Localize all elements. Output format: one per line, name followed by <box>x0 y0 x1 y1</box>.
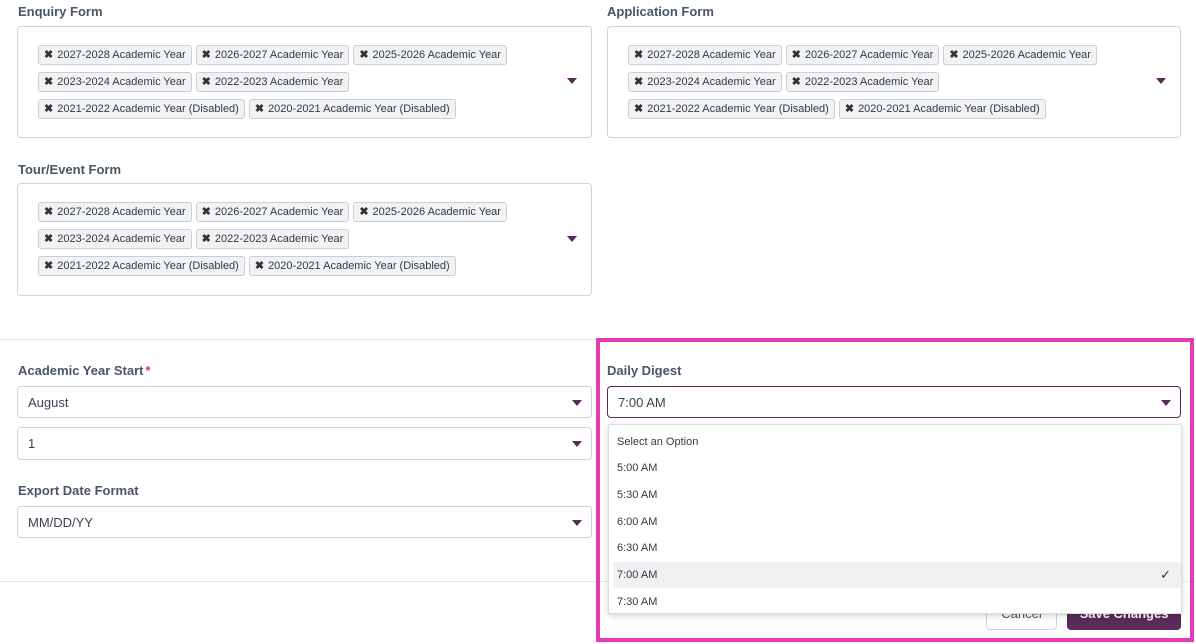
remove-tag-icon[interactable]: ✖ <box>202 233 211 245</box>
tag-label: 2026-2027 Academic Year <box>214 206 344 218</box>
remove-tag-icon[interactable]: ✖ <box>202 49 211 61</box>
remove-tag-icon[interactable]: ✖ <box>255 260 264 272</box>
remove-tag-icon[interactable]: ✖ <box>792 49 801 61</box>
application-form-label: Application Form <box>607 4 714 19</box>
tag-chip: ✖ 2027-2028 Academic Year <box>628 45 782 65</box>
remove-tag-icon[interactable]: ✖ <box>792 76 801 88</box>
tag-label: 2022-2023 Academic Year <box>214 233 344 245</box>
tag-chip: ✖ 2023-2024 Academic Year <box>628 72 782 92</box>
academic-year-start-label: Academic Year Start * <box>18 363 151 378</box>
tag-label: 2027-2028 Academic Year <box>57 206 186 218</box>
chevron-down-icon[interactable] <box>567 78 577 84</box>
tag-label: 2020-2021 Academic Year (Disabled) <box>858 103 1040 115</box>
remove-tag-icon[interactable]: ✖ <box>44 49 53 61</box>
remove-tag-icon[interactable]: ✖ <box>634 76 643 88</box>
remove-tag-icon[interactable]: ✖ <box>202 76 211 88</box>
remove-tag-icon[interactable]: ✖ <box>44 76 53 88</box>
tag-label: 2023-2024 Academic Year <box>647 76 776 88</box>
tag-chip: ✖ 2026-2027 Academic Year <box>195 202 350 222</box>
tag-chip: ✖ 2020-2021 Academic Year (Disabled) <box>248 99 456 119</box>
tag-chip: ✖ 2025-2026 Academic Year <box>353 45 507 65</box>
tag-chip: ✖ 2027-2028 Academic Year <box>38 45 192 65</box>
remove-tag-icon[interactable]: ✖ <box>44 260 53 272</box>
tag-label: 2021-2022 Academic Year (Disabled) <box>647 103 829 115</box>
tag-chip: ✖ 2026-2027 Academic Year <box>785 45 940 65</box>
tag-label: 2020-2021 Academic Year (Disabled) <box>268 103 450 115</box>
tag-label: 2020-2021 Academic Year (Disabled) <box>268 260 450 272</box>
tag-label: 2025-2026 Academic Year <box>372 206 501 218</box>
tag-label: 2025-2026 Academic Year <box>962 49 1091 61</box>
tag-chip: ✖ 2027-2028 Academic Year <box>38 202 192 222</box>
tag-label: 2021-2022 Academic Year (Disabled) <box>57 103 239 115</box>
tag-label: 2021-2022 Academic Year (Disabled) <box>57 260 239 272</box>
tag-label: 2022-2023 Academic Year <box>214 76 344 88</box>
remove-tag-icon[interactable]: ✖ <box>255 103 264 115</box>
remove-tag-icon[interactable]: ✖ <box>634 49 643 61</box>
tour-event-form-multiselect[interactable]: ✖ 2027-2028 Academic Year ✖ 2026-2027 Acade… <box>17 183 592 296</box>
academic-year-start-label-text: Academic Year Start <box>18 363 144 378</box>
tag-chip: ✖ 2022-2023 Academic Year <box>195 72 350 92</box>
remove-tag-icon[interactable]: ✖ <box>202 206 211 218</box>
export-date-format-value: MM/DD/YY <box>28 514 93 530</box>
tour-event-form-tags: ✖ 2027-2028 Academic Year ✖ 2026-2027 Acade… <box>38 202 551 283</box>
tag-chip: ✖ 2022-2023 Academic Year <box>195 229 350 249</box>
remove-tag-icon[interactable]: ✖ <box>949 49 958 61</box>
export-date-format-select[interactable]: MM/DD/YY <box>17 506 592 538</box>
enquiry-form-tags: ✖ 2027-2028 Academic Year ✖ 2026-2027 Acade… <box>38 45 551 126</box>
chevron-down-icon <box>572 441 582 447</box>
remove-tag-icon[interactable]: ✖ <box>634 103 643 115</box>
enquiry-form-multiselect[interactable]: ✖ 2027-2028 Academic Year ✖ 2026-2027 Acade… <box>17 26 592 138</box>
remove-tag-icon[interactable]: ✖ <box>359 206 368 218</box>
tag-chip: ✖ 2021-2022 Academic Year (Disabled) <box>628 99 835 119</box>
tag-label: 2026-2027 Academic Year <box>804 49 934 61</box>
application-form-tags: ✖ 2027-2028 Academic Year ✖ 2026-2027 Acade… <box>628 45 1140 126</box>
academic-year-start-day-value: 1 <box>28 436 36 451</box>
tag-chip: ✖ 2021-2022 Academic Year (Disabled) <box>38 99 245 119</box>
chevron-down-icon <box>572 400 582 406</box>
export-date-format-label: Export Date Format <box>18 483 139 498</box>
chevron-down-icon <box>572 520 582 526</box>
tag-chip: ✖ 2022-2023 Academic Year <box>785 72 940 92</box>
academic-year-start-day-select[interactable]: 1 <box>17 427 592 460</box>
tag-label: 2027-2028 Academic Year <box>647 49 776 61</box>
remove-tag-icon[interactable]: ✖ <box>44 233 53 245</box>
tour-event-form-label: Tour/Event Form <box>18 162 122 177</box>
tag-chip: ✖ 2023-2024 Academic Year <box>38 229 192 249</box>
remove-tag-icon[interactable]: ✖ <box>44 206 53 218</box>
academic-year-start-month-value: August <box>28 394 69 410</box>
enquiry-form-label: Enquiry Form <box>18 4 103 19</box>
tag-chip: ✖ 2021-2022 Academic Year (Disabled) <box>38 256 245 276</box>
tag-chip: ✖ 2020-2021 Academic Year (Disabled) <box>838 99 1046 119</box>
tag-chip: ✖ 2025-2026 Academic Year <box>943 45 1097 65</box>
required-marker: * <box>145 363 151 378</box>
tag-chip: ✖ 2026-2027 Academic Year <box>195 45 350 65</box>
tag-label: 2025-2026 Academic Year <box>372 49 501 61</box>
chevron-down-icon[interactable] <box>567 236 577 242</box>
remove-tag-icon[interactable]: ✖ <box>359 49 368 61</box>
tag-label: 2023-2024 Academic Year <box>57 76 186 88</box>
tag-label: 2022-2023 Academic Year <box>804 76 934 88</box>
tag-chip: ✖ 2023-2024 Academic Year <box>38 72 192 92</box>
application-form-multiselect[interactable]: ✖ 2027-2028 Academic Year ✖ 2026-2027 Acade… <box>607 26 1181 138</box>
chevron-down-icon[interactable] <box>1156 78 1166 84</box>
highlight-frame <box>596 338 1194 642</box>
tag-label: 2023-2024 Academic Year <box>57 233 186 245</box>
tag-chip: ✖ 2020-2021 Academic Year (Disabled) <box>248 256 456 276</box>
tag-chip: ✖ 2025-2026 Academic Year <box>353 202 507 222</box>
remove-tag-icon[interactable]: ✖ <box>44 103 53 115</box>
academic-year-start-month-select[interactable]: August <box>17 386 592 418</box>
tag-label: 2026-2027 Academic Year <box>214 49 344 61</box>
remove-tag-icon[interactable]: ✖ <box>845 103 854 115</box>
tag-label: 2027-2028 Academic Year <box>57 49 186 61</box>
